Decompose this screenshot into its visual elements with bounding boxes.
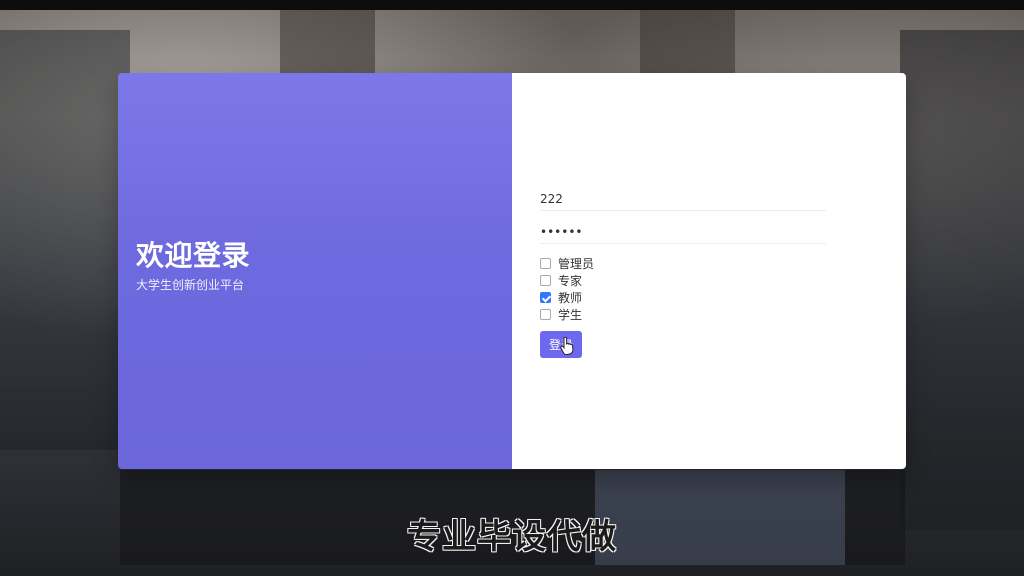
welcome-panel: 欢迎登录 大学生创新创业平台 — [118, 73, 512, 469]
role-option-expert[interactable]: 专家 — [540, 272, 594, 289]
role-options: 管理员 专家 教师 学生 — [540, 255, 594, 323]
background-shape — [0, 30, 130, 450]
role-option-admin[interactable]: 管理员 — [540, 255, 594, 272]
role-label-student: 学生 — [558, 308, 583, 322]
role-label-teacher: 教师 — [558, 291, 583, 305]
welcome-title: 欢迎登录 — [136, 239, 251, 272]
background-shape — [640, 10, 735, 80]
background-shape — [900, 30, 1024, 530]
login-button[interactable]: 登录 — [540, 331, 582, 358]
role-label-expert: 专家 — [558, 274, 583, 288]
student-checkbox[interactable] — [540, 309, 551, 320]
role-label-admin: 管理员 — [558, 257, 595, 271]
role-option-teacher[interactable]: 教师 — [540, 289, 594, 306]
video-caption: 专业毕设代做 — [407, 517, 617, 557]
username-input[interactable] — [540, 188, 826, 211]
background-shape — [280, 10, 375, 80]
teacher-checkbox[interactable] — [540, 292, 551, 303]
video-top-bar — [0, 0, 1024, 10]
platform-subtitle: 大学生创新创业平台 — [136, 278, 245, 292]
expert-checkbox[interactable] — [540, 275, 551, 286]
blurred-background-screen: 欢迎登录 大学生创新创业平台 管理员 专家 教师 — [0, 0, 1024, 576]
login-card: 欢迎登录 大学生创新创业平台 管理员 专家 教师 — [118, 73, 906, 469]
password-input[interactable] — [540, 221, 826, 244]
login-form-panel: 管理员 专家 教师 学生 登录 — [512, 73, 906, 469]
role-option-student[interactable]: 学生 — [540, 306, 594, 323]
admin-checkbox[interactable] — [540, 258, 551, 269]
